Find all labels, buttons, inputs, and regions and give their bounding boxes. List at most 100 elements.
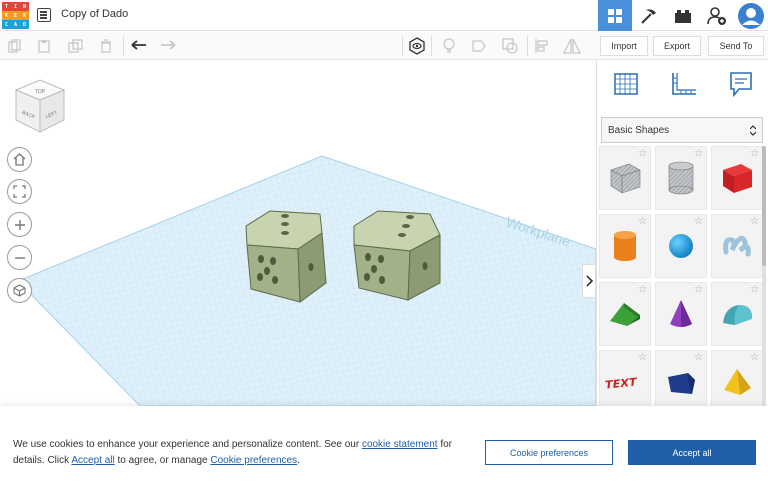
group-icon [502,38,518,54]
scribble-shape-icon [723,235,751,257]
shape-pyramid[interactable]: ☆ [711,350,763,414]
workplane-tool-button[interactable] [613,71,639,102]
notes-button[interactable] [729,71,753,102]
cookie-preferences-button[interactable]: Cookie preferences [485,440,613,465]
document-title[interactable]: Copy of Dado [61,8,128,20]
dice-shape-left[interactable] [245,210,327,303]
tinkercad-logo[interactable]: T I N K E R C A D [2,2,30,29]
shape-icon [472,40,486,52]
lightbulb-icon [443,38,455,53]
light-bulb-button[interactable] [438,35,460,57]
accept-all-button[interactable]: Accept all [628,440,756,465]
copy-icon [8,39,21,53]
cone-shape-icon [670,300,692,327]
viewcube-top-label: TOP [35,89,46,95]
favorite-star-icon[interactable]: ☆ [750,148,759,159]
blocks-view-button[interactable] [632,0,666,31]
shape-box[interactable]: ☆ [711,146,763,210]
shapes-grid: ☆ ☆ ☆ ☆ ☆ ☆ ☆ ☆ ☆ ☆ TEXT ☆ ☆ [599,146,763,414]
redo-button[interactable] [157,35,179,57]
fit-view-button[interactable] [7,179,32,204]
perspective-button[interactable] [7,278,32,303]
export-button[interactable]: Export [653,36,701,56]
group-button[interactable] [499,35,521,57]
box-hole-shape-icon [610,163,641,194]
shape-round-roof[interactable]: ☆ [711,282,763,346]
roof-shape-icon [610,303,640,326]
shape-scribble[interactable]: ☆ [711,214,763,278]
comment-icon [730,71,753,97]
file-toolbar: Import Export Send To [596,32,768,60]
undo-button[interactable] [128,35,150,57]
cylinder-hole-shape-icon [668,161,694,195]
zoom-in-button[interactable] [7,212,32,237]
favorite-star-icon[interactable]: ☆ [694,352,703,363]
box-shape-icon [723,164,752,193]
shape-category-select[interactable]: Basic Shapes [601,117,763,143]
favorite-star-icon[interactable]: ☆ [750,284,759,295]
round-roof-shape-icon [723,305,752,325]
ruler-tool-button[interactable] [670,71,698,102]
favorite-star-icon[interactable]: ☆ [750,216,759,227]
cookie-statement-link[interactable]: cookie statement [362,439,438,450]
top-bar: T I N K E R C A D Copy of Dado [0,0,768,31]
cookie-preferences-link[interactable]: Cookie preferences [210,455,297,466]
favorite-star-icon[interactable]: ☆ [694,148,703,159]
cookie-text: to agree, or manage [117,455,208,466]
redo-icon [161,40,176,50]
invite-user-button[interactable] [700,0,734,31]
duplicate-button[interactable] [65,35,87,57]
favorite-star-icon[interactable]: ☆ [638,148,647,159]
shape-tool-button[interactable] [468,35,490,57]
favorite-star-icon[interactable]: ☆ [694,216,703,227]
shape-box-striped[interactable]: ☆ [599,146,651,210]
avatar-icon [738,2,764,29]
undo-icon [131,40,146,50]
plus-icon [14,219,25,230]
mirror-button[interactable] [561,35,583,57]
workplane-grid-icon [613,72,638,95]
paste-button[interactable] [33,35,55,57]
view-cube[interactable]: TOP BACK LEFT [12,78,68,134]
favorite-star-icon[interactable]: ☆ [638,352,647,363]
shape-roof[interactable]: ☆ [599,282,651,346]
design-list-icon[interactable] [37,8,51,22]
zoom-out-button[interactable] [7,245,32,270]
chevron-right-icon [585,275,593,287]
shape-cylinder[interactable]: ☆ [599,214,651,278]
bricks-view-button[interactable] [666,0,700,31]
text-shape-icon: TEXT [605,376,638,392]
favorite-star-icon[interactable]: ☆ [638,284,647,295]
home-icon [13,153,26,166]
notes-tool-button[interactable] [406,35,428,57]
shape-text[interactable]: ☆ TEXT [599,350,651,414]
edit-toolbar [0,32,596,60]
workplane-canvas[interactable]: Workplane [0,61,596,406]
favorite-star-icon[interactable]: ☆ [750,352,759,363]
paste-icon [38,40,50,53]
user-avatar-button[interactable] [734,0,768,31]
workplane-viewport[interactable]: Workplane TOP BACK LEFT [0,61,596,406]
favorite-star-icon[interactable]: ☆ [638,216,647,227]
cookie-message: We use cookies to enhance your experienc… [13,437,473,469]
shapes-scrollbar[interactable] [762,146,766,406]
align-button[interactable] [531,35,553,57]
accept-all-link[interactable]: Accept all [71,455,114,466]
import-button[interactable]: Import [600,36,648,56]
3d-design-view-button[interactable] [598,0,632,31]
collapse-panel-button[interactable] [582,264,596,298]
dice-shape-right[interactable] [353,210,441,301]
logo-letter: R [20,11,29,20]
shape-cylinder-striped[interactable]: ☆ [655,146,707,210]
mirror-icon [563,38,581,54]
send-to-button[interactable]: Send To [708,36,764,56]
shape-cone[interactable]: ☆ [655,282,707,346]
shape-polygon[interactable]: ☆ [655,350,707,414]
delete-button[interactable] [95,35,117,57]
sphere-shape-icon [669,234,693,258]
shape-sphere[interactable]: ☆ [655,214,707,278]
copy-button[interactable] [4,35,26,57]
ruler-icon [672,72,696,95]
home-view-button[interactable] [7,147,32,172]
favorite-star-icon[interactable]: ☆ [694,284,703,295]
